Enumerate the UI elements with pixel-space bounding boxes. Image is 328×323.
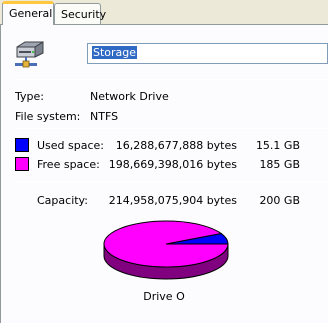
type-value: Network Drive xyxy=(90,90,169,103)
used-space-swatch xyxy=(15,138,29,152)
disk-usage-pie-chart xyxy=(103,220,229,280)
capacity-bytes: 214,958,075,904 bytes xyxy=(108,194,237,207)
separator xyxy=(14,181,328,182)
file-system-label: File system: xyxy=(15,110,81,123)
used-space-bytes: 16,288,677,888 bytes xyxy=(115,139,237,152)
tab-security-label: Security xyxy=(61,8,107,21)
free-space-bytes: 198,669,398,016 bytes xyxy=(108,158,237,171)
capacity-size: 200 GB xyxy=(259,194,300,207)
tab-general[interactable]: General xyxy=(2,1,54,25)
tab-security[interactable]: Security xyxy=(54,3,106,24)
tab-general-label: General xyxy=(9,7,53,20)
used-space-size: 15.1 GB xyxy=(255,139,300,152)
network-drive-icon xyxy=(15,41,44,68)
file-system-value: NTFS xyxy=(90,110,119,123)
free-space-slice xyxy=(103,220,229,268)
used-space-label: Used space: xyxy=(37,139,105,152)
drive-caption: Drive O xyxy=(143,290,185,303)
type-label: Type: xyxy=(15,90,44,103)
separator xyxy=(14,79,328,80)
free-space-label: Free space: xyxy=(37,158,100,171)
drive-properties-dialog: General Security Storage Type: Network D… xyxy=(0,0,328,323)
drive-name-text: Storage xyxy=(92,46,138,59)
drive-name-field[interactable]: Storage xyxy=(87,43,328,64)
free-space-swatch xyxy=(15,157,29,171)
capacity-label: Capacity: xyxy=(37,194,88,207)
separator xyxy=(14,128,328,129)
free-space-size: 185 GB xyxy=(259,158,300,171)
